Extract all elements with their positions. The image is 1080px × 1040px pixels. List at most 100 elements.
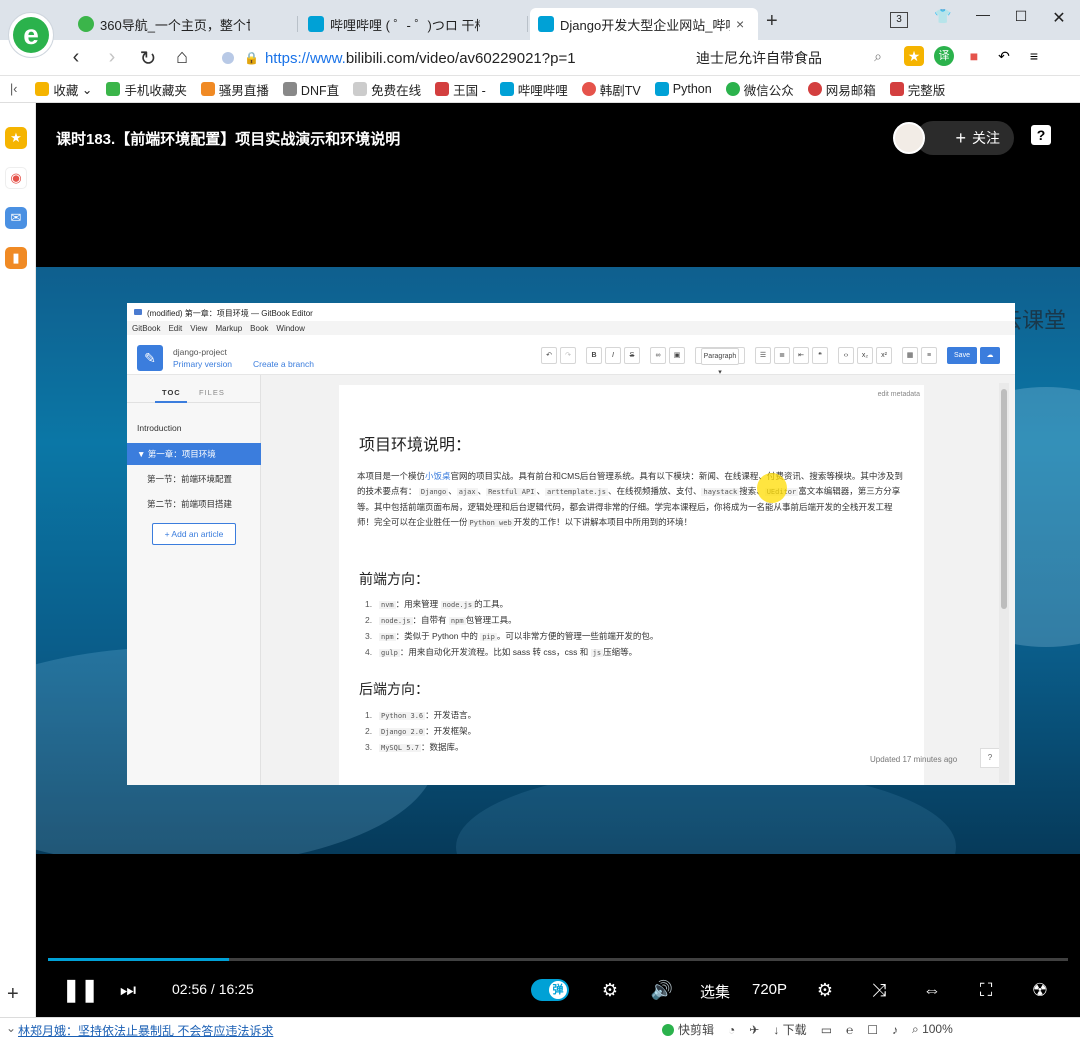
superscript-icon[interactable]: x² <box>876 347 892 364</box>
tab-django[interactable]: Django开发大型企业网站_哔哩哔哩 × <box>530 8 758 40</box>
bookmark-item[interactable]: 王国 - <box>435 80 486 99</box>
tab-bilibili[interactable]: 哔哩哔哩 ( ゜- ゜)つロ 干杯~-bilibili <box>300 8 528 40</box>
minimize-button[interactable]: — <box>968 6 998 22</box>
redo-icon[interactable]: ↷ <box>560 347 576 364</box>
video-frame[interactable]: 网易云课堂 (modified) 第一章：项目环境 — GitBook Edit… <box>36 267 1080 854</box>
chevron-down-icon[interactable]: ⌄ <box>6 1021 16 1035</box>
download-button[interactable]: ↓ 下载 <box>773 1021 806 1038</box>
follow-button[interactable]: + 关注 <box>916 121 1014 155</box>
bookmark-item[interactable]: 骚男直播 <box>200 80 269 99</box>
editor-page[interactable]: edit metadata 项目环境说明： 本项目是一个模仿小饭桌官网的项目实战… <box>339 385 924 785</box>
favorites-icon[interactable]: ★ <box>5 127 27 149</box>
bold-icon[interactable]: B <box>586 347 602 364</box>
settings-gear-icon[interactable]: ⚙ <box>813 979 837 1001</box>
video-player[interactable]: 课时183.【前端环境配置】项目实战演示和环境说明 +关注 ? 网易云课堂 (m… <box>36 103 1080 1017</box>
bookmark-item[interactable]: 手机收藏夹 <box>106 80 187 99</box>
widescreen-icon[interactable]: ⇔ <box>920 979 944 1001</box>
next-icon[interactable]: ⏭ <box>116 979 140 1001</box>
mail-icon[interactable]: ✉ <box>5 207 27 229</box>
weibo-icon[interactable]: ◉ <box>5 167 27 189</box>
bookmark-item[interactable]: 完整版 <box>889 80 945 99</box>
undo-icon[interactable]: ↶ <box>994 46 1014 66</box>
menu-view[interactable]: View <box>190 324 207 333</box>
menu-icon[interactable]: ≡ <box>1024 46 1044 66</box>
tab-360nav[interactable]: 360导航_一个主页，整个世界 <box>70 8 298 40</box>
subscript-icon[interactable]: x₂ <box>857 347 873 364</box>
menu-window[interactable]: Window <box>276 324 304 333</box>
image-icon[interactable]: ▣ <box>669 347 685 364</box>
toc-item-section1[interactable]: 第一节：前端环境配置 <box>127 468 261 490</box>
quality-button[interactable]: 720P <box>752 981 787 998</box>
apps-grid-icon[interactable]: ■ <box>964 46 984 66</box>
bookmark-item[interactable]: 哔哩哔哩 <box>499 80 568 99</box>
zoom-control[interactable]: ⌕ 100% <box>912 1022 953 1037</box>
refresh-button[interactable]: ↻ <box>136 46 160 71</box>
skin-icon[interactable]: 👕 <box>928 8 958 25</box>
back-button[interactable]: ‹ <box>64 46 88 69</box>
notes-icon[interactable]: ▮ <box>5 247 27 269</box>
version-link[interactable]: Primary version <box>173 359 232 369</box>
close-tab-icon[interactable]: × <box>736 16 744 32</box>
search-input[interactable]: 迪士尼允许自带食品 ⌕ <box>696 48 886 68</box>
pin-icon[interactable]: ✈ <box>749 1023 759 1037</box>
progress-bar[interactable] <box>48 958 1068 961</box>
new-tab-button[interactable]: + <box>766 10 778 33</box>
quick-cut-button[interactable]: 快剪辑 <box>662 1021 714 1038</box>
edit-pencil-icon[interactable]: ✎ <box>137 345 163 371</box>
toc-item-introduction[interactable]: Introduction <box>127 417 261 439</box>
tab-files[interactable]: FILES <box>199 388 225 397</box>
create-branch-link[interactable]: Create a branch <box>253 359 314 369</box>
bookmark-item[interactable]: Python <box>654 82 712 96</box>
undo-icon[interactable]: ↶ <box>541 347 557 364</box>
save-button[interactable]: Save <box>947 347 977 364</box>
fullscreen-icon[interactable]: ☢ <box>1028 979 1052 1001</box>
danmaku-settings-icon[interactable]: ⚙ <box>598 979 622 1001</box>
bookmark-item[interactable]: 收藏 ⌄ <box>35 80 92 99</box>
toc-item-chapter1[interactable]: ▼ 第一章：项目环境 <box>127 443 261 465</box>
numbered-list-icon[interactable]: ≣ <box>774 347 790 364</box>
paragraph-select[interactable]: Paragraph ▾ <box>695 347 745 376</box>
close-button[interactable]: ✕ <box>1044 8 1074 28</box>
web-fullscreen-icon[interactable]: ⛶ <box>974 979 998 1001</box>
collapse-sidebar-icon[interactable]: |‹ <box>10 82 17 96</box>
bookmark-item[interactable]: DNF直 <box>282 80 339 99</box>
translate-icon[interactable]: 译 <box>934 46 954 66</box>
strike-icon[interactable]: S <box>624 347 640 364</box>
volume-icon[interactable]: 🔊 <box>650 979 674 1001</box>
maximize-button[interactable]: ☐ <box>1006 8 1036 25</box>
tab-count-badge[interactable]: 3 <box>890 12 908 28</box>
bookmark-item[interactable]: 韩剧TV <box>581 80 641 99</box>
toc-item-section2[interactable]: 第二节：前端项目搭建 <box>127 493 261 515</box>
pause-icon[interactable]: ❚❚ <box>62 979 99 1001</box>
help-button[interactable]: ? <box>980 748 1000 768</box>
menu-gitbook[interactable]: GitBook <box>132 324 160 333</box>
code-icon[interactable]: ‹› <box>838 347 854 364</box>
uploader-avatar[interactable] <box>893 122 925 154</box>
help-icon[interactable]: ? <box>1031 125 1051 145</box>
ie-mode-icon[interactable]: ℮ <box>846 1023 853 1037</box>
bookmark-item[interactable]: 网易邮箱 <box>807 80 876 99</box>
home-button[interactable]: ⌂ <box>170 46 194 69</box>
menu-book[interactable]: Book <box>250 324 268 333</box>
forward-button[interactable]: › <box>100 46 124 69</box>
window-icon[interactable]: ☐ <box>867 1023 878 1037</box>
editor-scrollbar[interactable] <box>999 383 1009 783</box>
browser-logo[interactable]: e <box>8 12 54 58</box>
outdent-icon[interactable]: ⇤ <box>793 347 809 364</box>
edit-metadata-link[interactable]: edit metadata <box>878 391 920 398</box>
quote-icon[interactable]: ❝ <box>812 347 828 364</box>
bookmark-item[interactable]: 微信公众 <box>725 80 794 99</box>
tab-toc[interactable]: TOC <box>162 388 181 397</box>
bookmark-item[interactable]: 免费在线 <box>353 80 421 99</box>
hr-icon[interactable]: ≡ <box>921 347 937 364</box>
cloud-icon[interactable]: ☁ <box>980 347 1000 364</box>
url-field[interactable]: 🔒 https://www.bilibili.com/video/av60229… <box>222 44 682 72</box>
speed-icon[interactable]: ◔ <box>728 1023 735 1037</box>
menu-markup[interactable]: Markup <box>215 324 242 333</box>
add-sidebar-icon[interactable]: + <box>7 983 19 1006</box>
add-article-button[interactable]: + Add an article <box>152 523 236 545</box>
layout-icon[interactable]: ▭ <box>821 1023 832 1037</box>
plugin-icon[interactable]: ★ <box>904 46 924 66</box>
scrollbar-thumb[interactable] <box>1001 389 1007 609</box>
danmaku-toggle[interactable]: 弹 <box>531 979 569 1001</box>
